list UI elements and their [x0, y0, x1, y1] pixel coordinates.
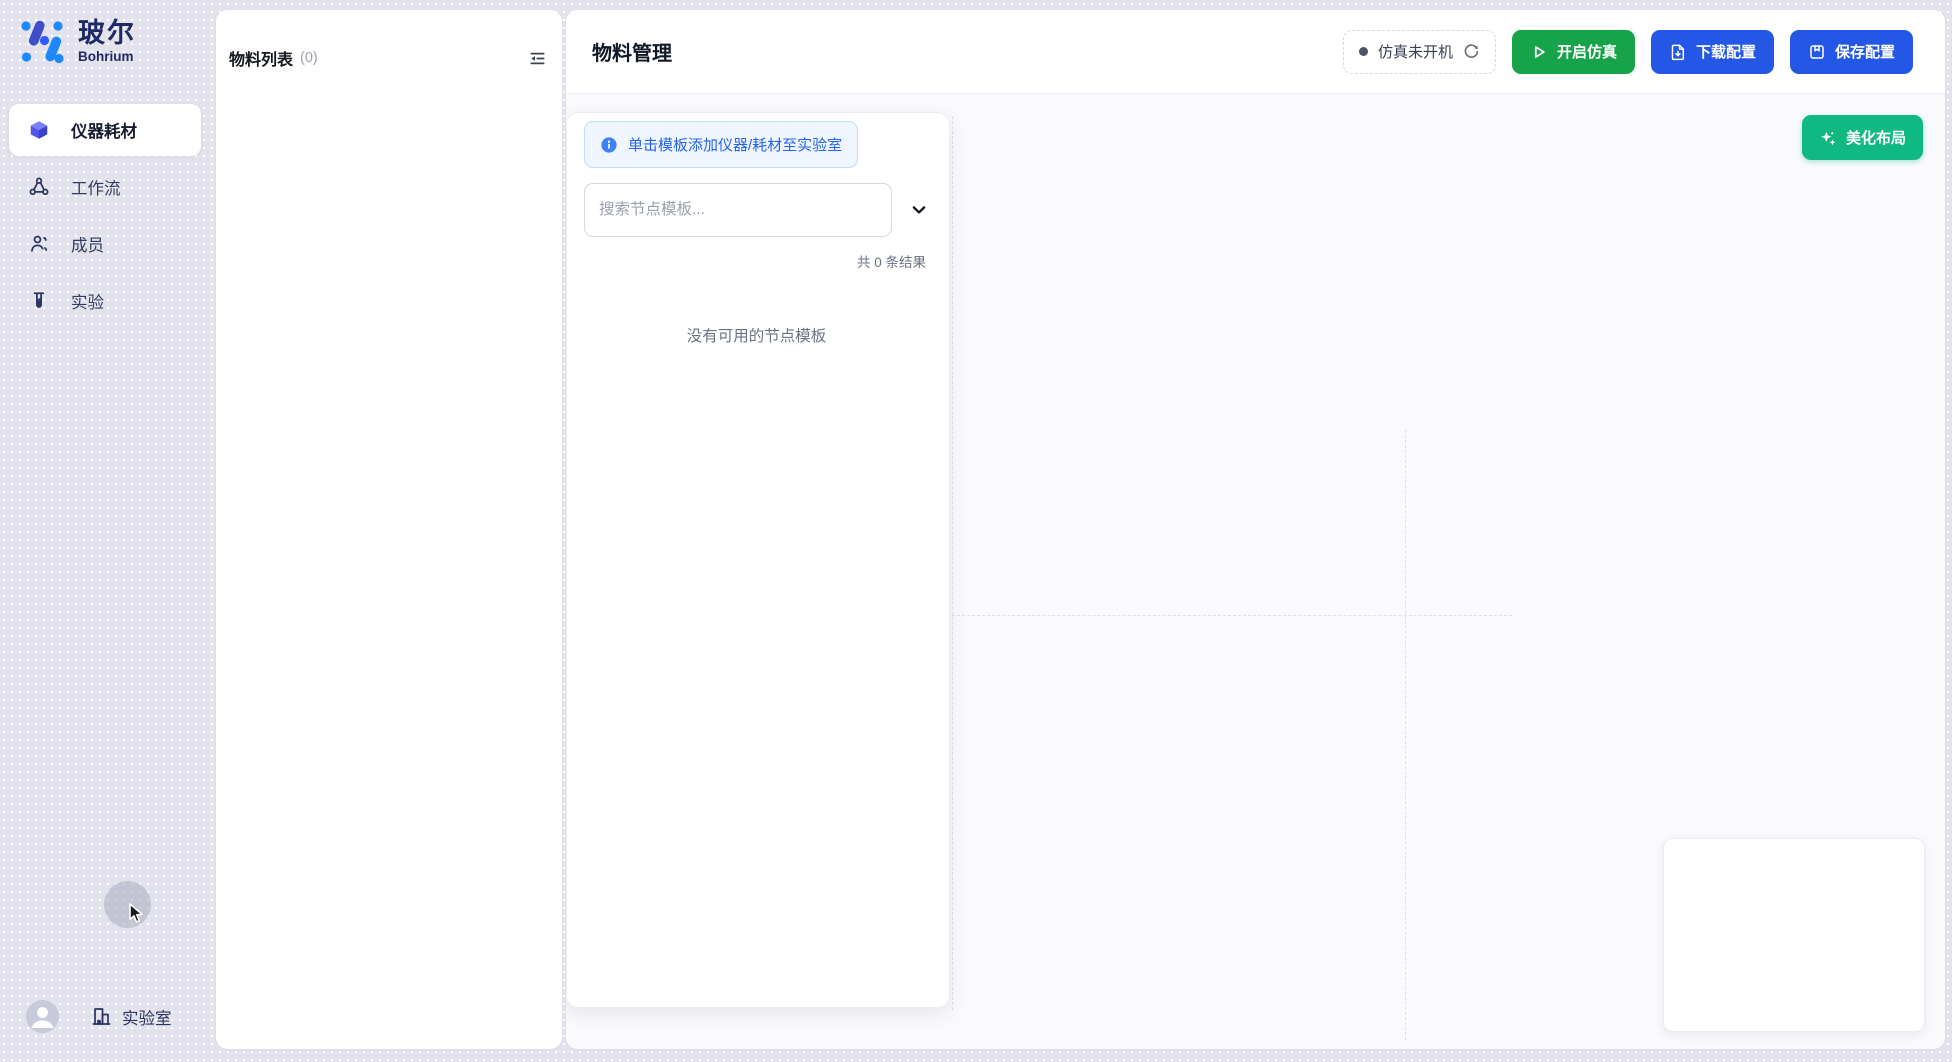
- save-icon: [1808, 43, 1826, 61]
- sidebar-item-workflow[interactable]: 工作流: [9, 161, 201, 213]
- sidebar-item-label: 工作流: [71, 175, 121, 199]
- chevron-down-icon[interactable]: [909, 200, 929, 220]
- template-search-input[interactable]: [584, 183, 892, 237]
- layout-canvas[interactable]: 单击模板添加仪器/耗材至实验室 共 0 条结果 没有可用的节点模板: [566, 94, 1945, 1049]
- experiment-icon: [28, 290, 50, 312]
- cube-icon: [28, 119, 50, 141]
- main-header: 物料管理 仿真未开机 开启仿真: [566, 10, 1945, 94]
- brand-logo: 玻尔 Bohrium: [19, 17, 136, 66]
- minimap[interactable]: [1663, 838, 1925, 1032]
- template-hint-text: 单击模板添加仪器/耗材至实验室: [628, 134, 842, 155]
- sparkles-icon: [1819, 129, 1837, 147]
- status-label: 仿真未开机: [1378, 41, 1453, 62]
- sidebar-footer-label: 实验室: [122, 1005, 172, 1029]
- save-config-button[interactable]: 保存配置: [1790, 30, 1913, 74]
- results-count: 共 0 条结果: [584, 251, 929, 271]
- material-list-title: 物料列表: [229, 46, 293, 70]
- sidebar-item-members[interactable]: 成员: [9, 218, 201, 270]
- bohrium-logo-icon: [19, 17, 65, 66]
- sidebar-item-label: 仪器耗材: [71, 118, 137, 142]
- brand-name-zh: 玻尔: [78, 19, 136, 47]
- start-simulation-button[interactable]: 开启仿真: [1512, 30, 1635, 74]
- material-list-header: 物料列表 (0): [216, 10, 562, 70]
- canvas-guide-vertical: [952, 116, 953, 1010]
- refresh-icon[interactable]: [1463, 43, 1480, 60]
- download-config-button[interactable]: 下载配置: [1651, 30, 1774, 74]
- material-list-panel: 物料列表 (0): [216, 10, 562, 1049]
- brand-name-en: Bohrium: [78, 49, 136, 64]
- sidebar-footer: 实验室: [26, 1000, 172, 1033]
- members-icon: [28, 233, 50, 255]
- sidebar-item-laboratory[interactable]: 实验室: [90, 1005, 172, 1029]
- avatar[interactable]: [26, 1000, 59, 1033]
- sidebar-menu: 仪器耗材 工作流 成员: [9, 104, 201, 332]
- sidebar-item-label: 实验: [71, 289, 104, 313]
- simulation-status-pill[interactable]: 仿真未开机: [1343, 30, 1496, 74]
- collapse-panel-icon[interactable]: [528, 49, 547, 68]
- workflow-icon: [28, 176, 50, 198]
- sidebar-item-instruments[interactable]: 仪器耗材: [9, 104, 201, 156]
- beautify-layout-button[interactable]: 美化布局: [1802, 115, 1923, 160]
- canvas-guide-vertical: [1405, 430, 1406, 1040]
- sidebar-item-label: 成员: [71, 232, 104, 256]
- building-icon: [90, 1006, 113, 1027]
- status-dot-icon: [1359, 47, 1368, 56]
- mouse-cursor: [129, 903, 153, 928]
- canvas-guide-horizontal: [952, 615, 1512, 616]
- info-icon: [600, 136, 618, 154]
- empty-templates-message: 没有可用的节点模板: [584, 324, 929, 346]
- node-template-panel: 单击模板添加仪器/耗材至实验室 共 0 条结果 没有可用的节点模板: [566, 112, 950, 1008]
- page-title: 物料管理: [592, 37, 672, 66]
- template-hint-banner: 单击模板添加仪器/耗材至实验室: [584, 121, 858, 168]
- play-icon: [1530, 43, 1548, 61]
- sidebar-item-experiment[interactable]: 实验: [9, 275, 201, 327]
- file-download-icon: [1669, 43, 1687, 61]
- material-list-count: (0): [300, 50, 318, 66]
- main-panel: 物料管理 仿真未开机 开启仿真: [566, 10, 1945, 1049]
